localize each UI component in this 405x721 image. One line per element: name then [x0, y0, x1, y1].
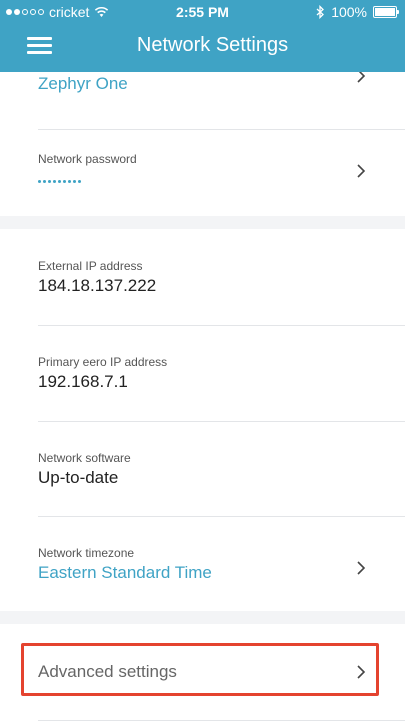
advanced-settings-row[interactable]: Advanced settings: [0, 624, 405, 721]
battery-icon: [373, 6, 399, 18]
external-ip-label: External IP address: [38, 259, 143, 273]
primary-ip-value: 192.168.7.1: [38, 372, 128, 391]
network-info-card: External IP address 184.18.137.222 Prima…: [0, 229, 405, 611]
chevron-right-icon: [357, 164, 366, 178]
advanced-settings-label: Advanced settings: [38, 662, 177, 681]
top-bar: cricket 2:55 PM 100% Network Settings: [0, 0, 405, 72]
network-name-row[interactable]: Zephyr One: [0, 72, 405, 132]
settings-content[interactable]: Zephyr One Network password External IP …: [0, 72, 405, 721]
divider: [38, 129, 405, 130]
chevron-right-icon: [357, 561, 366, 575]
external-ip-row: External IP address 184.18.137.222: [0, 229, 405, 325]
network-timezone-label: Network timezone: [38, 546, 135, 560]
status-right-group: 100%: [316, 4, 399, 20]
external-ip-value: 184.18.137.222: [38, 276, 157, 295]
network-timezone-value: Eastern Standard Time: [38, 563, 212, 582]
battery-percent: 100%: [331, 4, 367, 20]
status-bar: cricket 2:55 PM 100%: [0, 0, 405, 24]
network-password-row[interactable]: Network password: [0, 132, 405, 216]
chevron-right-icon: [357, 72, 366, 83]
primary-ip-row: Primary eero IP address 192.168.7.1: [0, 325, 405, 421]
network-software-label: Network software: [38, 451, 131, 465]
page-title: Network Settings: [136, 34, 289, 56]
network-software-value: Up-to-date: [38, 468, 119, 487]
network-timezone-row[interactable]: Network timezone Eastern Standard Time: [0, 516, 405, 611]
network-password-label: Network password: [38, 152, 137, 166]
network-card: Zephyr One Network password: [0, 72, 405, 216]
battery-fill: [375, 8, 395, 16]
network-software-row: Network software Up-to-date: [0, 421, 405, 517]
network-name-value: Zephyr One: [38, 74, 128, 93]
advanced-card: Advanced settings: [0, 624, 405, 721]
password-mask: [38, 180, 81, 183]
nav-bar: Network Settings: [0, 26, 405, 66]
chevron-right-icon: [357, 665, 366, 679]
bluetooth-icon: [316, 5, 325, 19]
primary-ip-label: Primary eero IP address: [38, 355, 168, 369]
